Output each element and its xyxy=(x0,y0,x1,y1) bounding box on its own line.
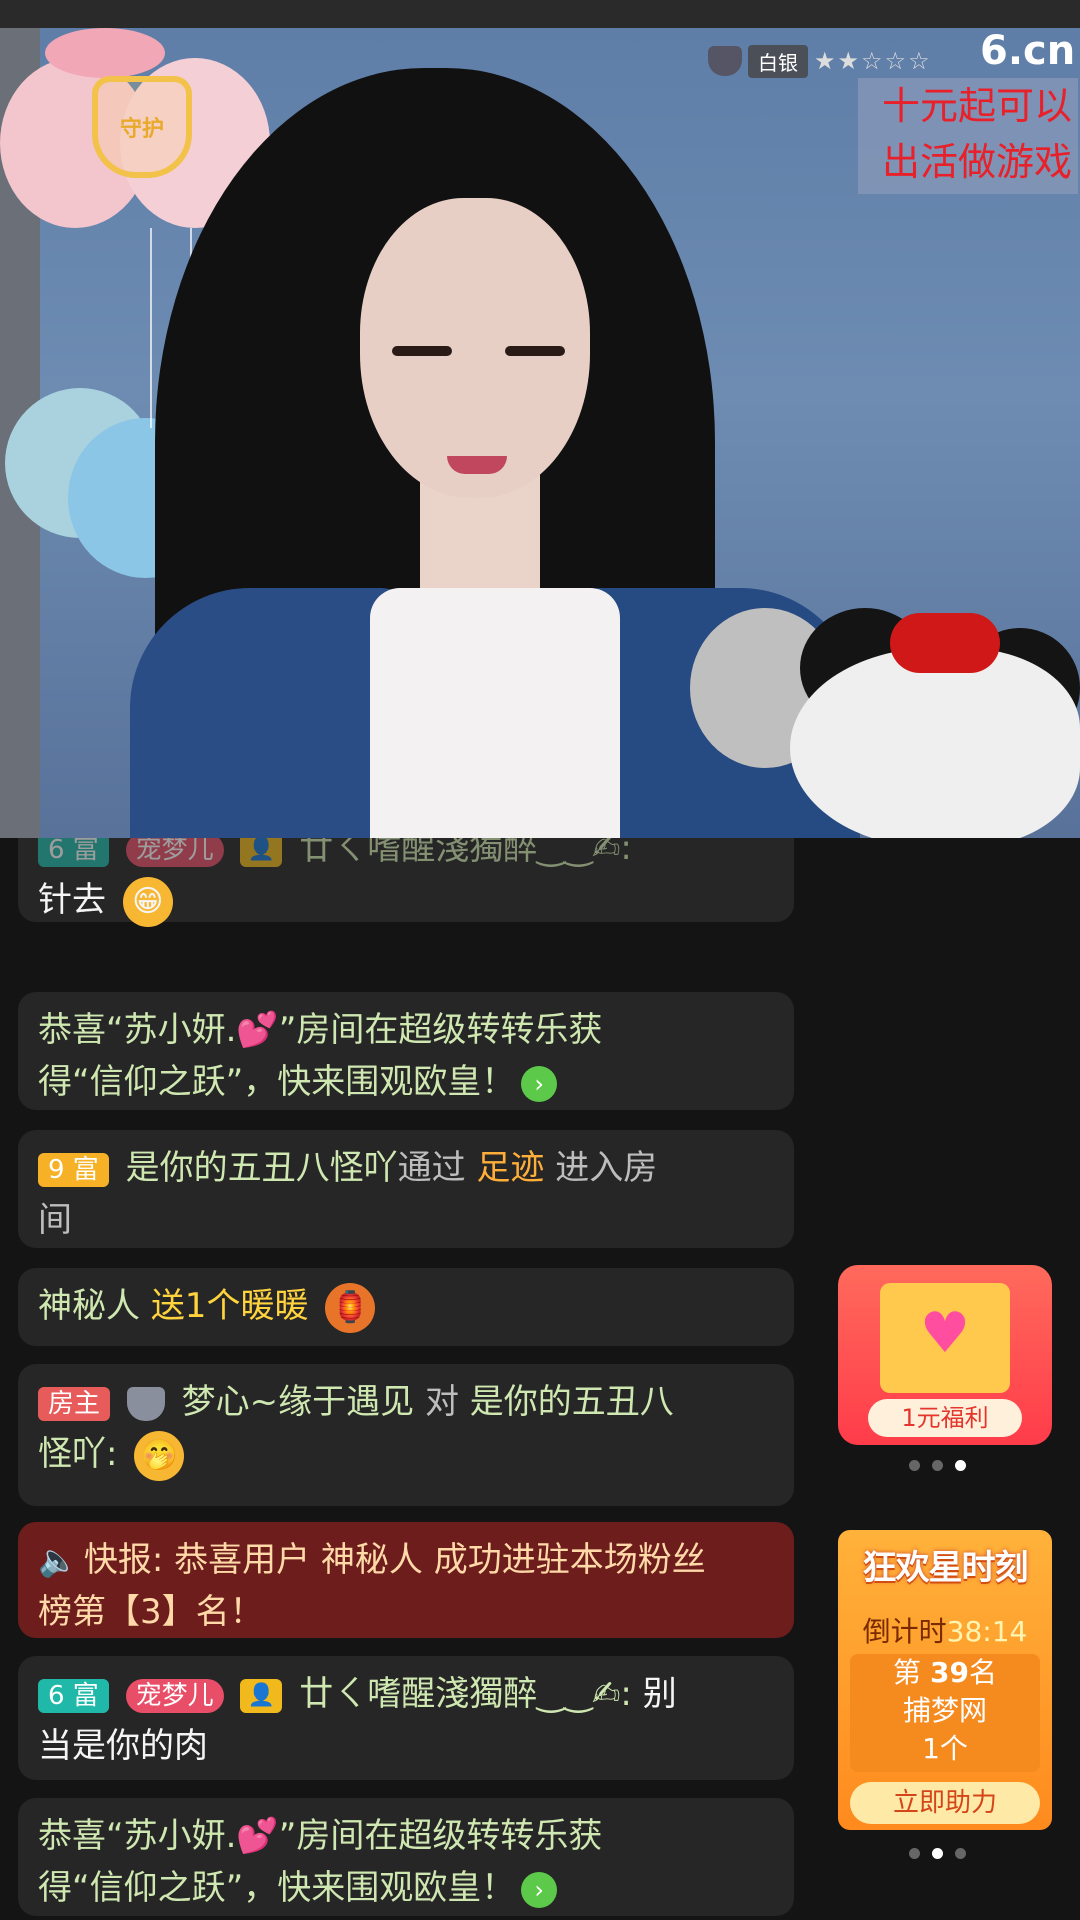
heart-icon: ♥ xyxy=(919,1301,971,1366)
pager-dot-active xyxy=(955,1460,966,1471)
rich-level-badge: 6 富 xyxy=(38,838,109,867)
rich-level-badge: 9 富 xyxy=(38,1152,109,1187)
rich-level-badge: 6 富 xyxy=(38,1678,109,1713)
welfare-pager xyxy=(909,1460,966,1471)
anchor-rank[interactable]: 白银 ★★☆☆☆ xyxy=(708,44,932,78)
pet-badge: 宠梦儿 xyxy=(125,838,224,867)
promo-line-1: 十元起可以 xyxy=(881,84,1072,128)
chat-username[interactable]: 神秘人 xyxy=(38,1286,140,1326)
news-flash-message: 🔈 快报: 恭喜用户 神秘人 成功进驻本场粉丝 榜第【3】名！ xyxy=(18,1522,794,1638)
status-bar xyxy=(0,0,1080,28)
system-message[interactable]: 恭喜“苏小妍.💕”房间在超级转转乐获 得“信仰之跃”，快来围观欧皇！ › xyxy=(18,992,794,1110)
rank-prefix: 第 xyxy=(893,1656,922,1689)
event-rank-box: 第 39名 捕梦网 1个 xyxy=(850,1654,1040,1772)
guard-badge-icon[interactable]: 守护 xyxy=(92,76,192,178)
gift-text: 送1个暖暖 xyxy=(150,1286,309,1326)
pager-dot xyxy=(909,1460,920,1471)
host-badge: 房主 xyxy=(38,1386,111,1421)
enter-message: 9 富 是你的五丑八怪吖通过 足迹 进入房 间 xyxy=(18,1130,794,1248)
gift-message: 神秘人 送1个暖暖 🏮 xyxy=(18,1268,794,1346)
white-shirt xyxy=(370,588,620,838)
prize-count: 1个 xyxy=(922,1732,968,1765)
chat-message: 房主 梦心~缘于遇见 对 是你的五丑八 怪吖: 🤭 xyxy=(18,1364,794,1506)
help-button[interactable]: 立即助力 xyxy=(850,1782,1040,1824)
chat-username[interactable]: 是你的五丑八怪吖 xyxy=(126,1148,398,1188)
shy-emoji-icon: 🤭 xyxy=(134,1430,185,1481)
pager-dot-active xyxy=(932,1848,943,1859)
balloon-pink-3 xyxy=(45,28,165,78)
event-card[interactable]: 狂欢星时刻 倒计时38:14 第 39名 捕梦网 1个 立即助力 xyxy=(838,1530,1052,1830)
pager-dot xyxy=(909,1848,920,1859)
action-text-cont: 间 xyxy=(38,1200,72,1240)
eye-right xyxy=(505,346,565,356)
welfare-card[interactable]: ♥ 1元福利 xyxy=(838,1265,1052,1445)
rank-shield-icon xyxy=(708,46,742,76)
news-line-1: 快报: 恭喜用户 神秘人 成功进驻本场粉丝 xyxy=(83,1540,706,1580)
reply-to-text: 对 xyxy=(424,1382,459,1422)
arrow-right-icon[interactable]: › xyxy=(521,1065,558,1102)
grin-emoji-icon: 😁 xyxy=(122,876,173,927)
reply-target[interactable]: 是你的五丑八 xyxy=(470,1382,674,1422)
entry-item: 足迹 xyxy=(476,1148,545,1188)
chat-list[interactable]: 6 富 宠梦儿 👤 廿ㄑ嗜醒淺獨醉‿‿✍: 针去 😁 恭喜“苏小妍.💕”房间在超… xyxy=(0,838,810,1920)
pet-badge: 宠梦儿 xyxy=(125,1678,224,1713)
live-video[interactable]: 守护 白银 ★★☆☆☆ 6.cn 十元起可以 出活做游戏 xyxy=(0,28,1080,838)
chat-message: 6 富 宠梦儿 👤 廿ㄑ嗜醒淺獨醉‿‿✍: 针去 😁 xyxy=(18,838,794,927)
rank-shield-icon xyxy=(126,1386,165,1421)
system-line-1: 恭喜“苏小妍.💕”房间在超级转转乐获 xyxy=(38,1010,603,1050)
system-line-1: 恭喜“苏小妍.💕”房间在超级转转乐获 xyxy=(38,1816,603,1856)
rank-stars: ★★☆☆☆ xyxy=(814,47,932,75)
countdown: 倒计时38:14 xyxy=(838,1610,1052,1650)
pager-dot xyxy=(955,1848,966,1859)
countdown-label: 倒计时 xyxy=(862,1615,947,1648)
chat-text: 针去 xyxy=(38,880,106,920)
rank-label: 白银 xyxy=(748,44,808,78)
plush-toy-face xyxy=(790,648,1080,838)
event-title: 狂欢星时刻 xyxy=(862,1548,1029,1588)
promo-line-2: 出活做游戏 xyxy=(881,140,1072,184)
event-pager xyxy=(909,1848,966,1859)
via-text: 通过 xyxy=(397,1148,466,1188)
avatar-icon: 👤 xyxy=(240,838,283,867)
chat-text: 别 xyxy=(642,1674,677,1714)
prize-name: 捕梦网 xyxy=(902,1694,987,1727)
site-logo: 6.cn xyxy=(980,28,1076,74)
plush-red-bow xyxy=(890,613,1000,673)
eye-left xyxy=(392,346,452,356)
system-message[interactable]: 恭喜“苏小妍.💕”房间在超级转转乐获 得“信仰之跃”，快来围观欧皇！ › xyxy=(18,1798,794,1916)
chat-text-cont: 当是你的肉 xyxy=(38,1726,208,1766)
system-line-2: 得“信仰之跃”，快来围观欧皇！ xyxy=(38,1868,516,1908)
pager-dot xyxy=(932,1460,943,1471)
system-line-2: 得“信仰之跃”，快来围观欧皇！ xyxy=(38,1062,516,1102)
welfare-label: 1元福利 xyxy=(868,1399,1022,1437)
reply-target-cont: 怪吖: xyxy=(38,1434,118,1474)
avatar-icon: 👤 xyxy=(240,1678,283,1713)
countdown-time: 38:14 xyxy=(946,1615,1028,1648)
arrow-right-icon[interactable]: › xyxy=(521,1871,558,1908)
action-text: 进入房 xyxy=(555,1148,658,1188)
promo-text: 十元起可以 出活做游戏 xyxy=(858,78,1078,194)
rank-number: 39 xyxy=(929,1656,969,1689)
chat-username[interactable]: 廿ㄑ嗜醒淺獨醉‿‿✍: xyxy=(299,1674,632,1714)
chat-username[interactable]: 廿ㄑ嗜醒淺獨醉‿‿✍: xyxy=(299,838,632,868)
rank-suffix: 名 xyxy=(968,1656,997,1689)
mouth xyxy=(447,456,507,474)
news-line-2: 榜第【3】名！ xyxy=(38,1592,264,1632)
chat-username[interactable]: 梦心~缘于遇见 xyxy=(182,1382,415,1422)
balloon-string xyxy=(150,228,152,428)
chat-message: 6 富 宠梦儿 👤 廿ㄑ嗜醒淺獨醉‿‿✍: 别 当是你的肉 xyxy=(18,1656,794,1780)
speaker-icon: 🔈 xyxy=(38,1541,78,1579)
gift-warm-icon: 🏮 xyxy=(325,1282,376,1333)
